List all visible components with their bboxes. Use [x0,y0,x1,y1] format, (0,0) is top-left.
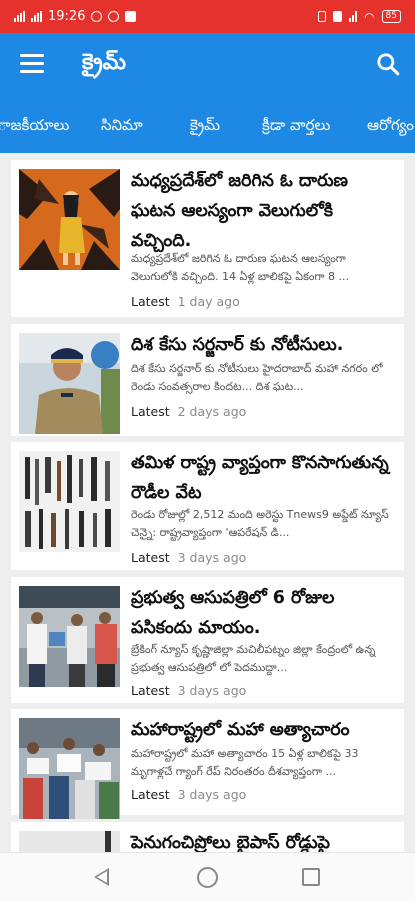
status-bar: 19:26 ◠ 85 [0,0,415,33]
article-card[interactable]: దిశ కేసు సర్జనార్ కు నోటీసులు. దిశ కేసు … [11,324,404,436]
battery-icon: 85 [381,10,401,23]
article-thumbnail [19,169,120,270]
article-card[interactable]: పెనుగంచిప్రోలు బైపాస్ రోడ్డుపై [11,822,404,852]
home-icon[interactable] [197,867,218,888]
whatsapp-icon [91,11,103,22]
article-meta: Latest 3 days ago [131,550,246,565]
category-tabs: ాజకీయాలు సినిమా క్రైమ్ క్రీడా వార్తలు ఆర… [0,97,415,153]
signal-icon [14,11,25,22]
app-bar: క్రైమ్ [0,33,415,97]
article-card[interactable]: తమిళ రాష్ట్ర వ్యాప్తంగా కొనసాగుతున్న రౌడ… [11,442,404,570]
article-title: పెనుగంచిప్రోలు బైపాస్ రోడ్డుపై [131,833,330,852]
article-time: 1 day ago [177,294,240,309]
article-thumbnail [19,333,120,434]
article-snippet: దిశ కేసు సర్జనార్ కు నోటీసులు హైదరాబాద్ … [131,362,383,393]
article-meta: Latest 1 day ago [131,294,240,309]
article-time: 3 days ago [177,787,247,802]
article-title: ప్రభుత్వ ఆసుపత్రిలో 6 రోజుల పసికందు మాయం… [131,588,335,638]
vibrate-icon [333,11,343,22]
tab-crime[interactable]: క్రైమ్ [190,116,220,138]
article-meta: Latest 3 days ago [131,787,246,802]
tab-politics[interactable]: ాజకీయాలు [0,116,69,138]
article-label: Latest [131,294,170,309]
network-signal-icon [349,11,358,22]
recents-icon[interactable] [302,868,320,886]
article-thumbnail [19,831,120,852]
article-thumbnail [19,451,120,552]
signal-icon [31,11,42,22]
article-thumbnail [19,718,120,819]
article-title: దిశ కేసు సర్జనార్ కు నోటీసులు. [131,335,344,355]
article-label: Latest [131,404,170,419]
messenger-icon [108,11,120,22]
article-snippet: రెండు రోజుల్లో 2,512 మంది అరెస్టు Tnews9… [131,508,389,539]
clock: 19:26 [48,9,86,24]
bluetooth-icon [318,11,327,22]
article-snippet: మధ్యప్రదేశ్‌లో జరిగిన ఓ దారుణ ఘటన ఆలస్యం… [131,252,350,283]
page-title: క్రైమ్ [82,50,127,75]
article-thumbnail [19,586,120,687]
article-time: 3 days ago [177,550,247,565]
article-label: Latest [131,683,170,698]
article-title: మహారాష్ట్రలో మహా అత్యాచారం [131,720,350,740]
article-title: తమిళ రాష్ట్ర వ్యాప్తంగా కొనసాగుతున్న రౌడ… [131,453,389,503]
article-meta: Latest 3 days ago [131,683,246,698]
article-snippet: బ్రేకింగ్ న్యూస్ కృష్ణాజిల్లా మచిలీపట్నం… [131,643,376,674]
menu-icon[interactable] [20,54,44,74]
article-time: 2 days ago [177,404,247,419]
tab-cinema[interactable]: సినిమా [101,116,143,138]
wifi-icon: ◠ [364,9,375,24]
article-list: మధ్యప్రదేశ్‌లో జరిగిన ఓ దారుణ ఘటన ఆలస్యం… [11,160,404,852]
tab-sports[interactable]: క్రీడా వార్తలు [262,116,330,138]
search-icon[interactable] [375,51,401,77]
article-time: 3 days ago [177,683,247,698]
youtube-icon [125,11,137,22]
system-nav-bar [0,852,415,901]
article-card[interactable]: మధ్యప్రదేశ్‌లో జరిగిన ఓ దారుణ ఘటన ఆలస్యం… [11,160,404,317]
article-label: Latest [131,787,170,802]
article-label: Latest [131,550,170,565]
article-card[interactable]: ప్రభుత్వ ఆసుపత్రిలో 6 రోజుల పసికందు మాయం… [11,577,404,703]
back-icon[interactable] [94,868,109,886]
tab-health[interactable]: ఆరోగ్యం [367,116,414,138]
article-title: మధ్యప్రదేశ్‌లో జరిగిన ఓ దారుణ ఘటన ఆలస్యం… [131,171,349,251]
article-card[interactable]: మహారాష్ట్రలో మహా అత్యాచారం మహారాష్ట్రలో … [11,709,404,819]
article-meta: Latest 2 days ago [131,404,246,419]
article-snippet: మహారాష్ట్రలో మహా అత్యాచారం 15 ఏళ్ల బాలిక… [131,747,359,778]
